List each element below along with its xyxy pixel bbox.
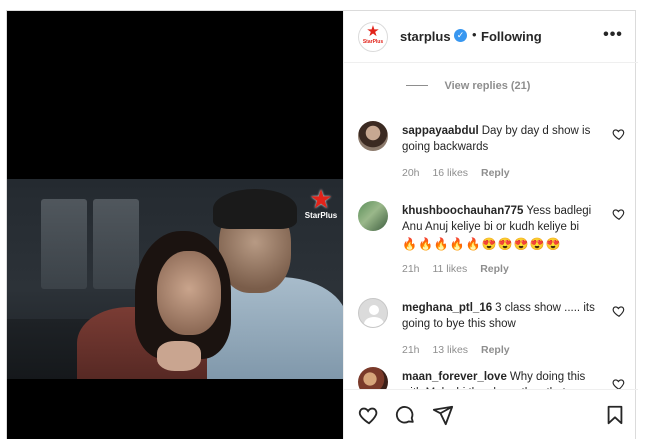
heart-icon[interactable] [612, 207, 626, 221]
comment-emoji: 🔥🔥🔥🔥🔥😍😍😍😍😍 [402, 237, 562, 251]
video-frame: ★ StarPlus [7, 179, 343, 379]
like-heart-icon[interactable] [358, 404, 380, 426]
hand-decor [157, 341, 201, 371]
post-actions-bar [344, 389, 638, 439]
comment-meta: 21h 11 likes Reply [402, 263, 519, 275]
author-username[interactable]: starplus [400, 29, 451, 44]
star-logo-icon: ★ [366, 23, 380, 40]
verified-badge-icon: ✓ [454, 29, 467, 42]
heart-icon[interactable] [612, 127, 626, 141]
comment-username[interactable]: khushboochauhan775 [402, 205, 523, 217]
reply-button[interactable]: Reply [480, 263, 509, 275]
window-decor [93, 199, 139, 289]
comment-text: meghana_ptl_16 3 class show ..... its goi… [402, 300, 600, 332]
comment-username[interactable]: sappayaabdul [402, 125, 479, 137]
avatar-text: StarPlus [362, 39, 384, 45]
avatar[interactable] [358, 201, 388, 231]
starplus-watermark: ★ StarPlus [301, 184, 341, 220]
more-options-icon[interactable]: ••• [602, 27, 624, 43]
comment-likes[interactable]: 11 likes [432, 263, 467, 275]
view-replies-link[interactable]: View replies (21) [406, 77, 531, 92]
default-avatar-body [364, 317, 384, 327]
comment-icon[interactable] [394, 404, 416, 426]
avatar[interactable] [358, 367, 388, 389]
post-header: ★ StarPlus starplus ✓ • Following ••• [344, 11, 638, 63]
comments-list: View replies (21) sappayaabdul Day by day… [344, 63, 638, 389]
comment-time[interactable]: 21h [402, 344, 420, 356]
reply-button[interactable]: Reply [481, 167, 510, 179]
bookmark-icon[interactable] [604, 404, 626, 426]
comment-likes[interactable]: 13 likes [432, 344, 468, 356]
replies-divider [406, 85, 428, 87]
view-replies-text: View replies (21) [444, 79, 531, 92]
comment-time[interactable]: 20h [402, 167, 420, 179]
watermark-text: StarPlus [304, 211, 338, 220]
avatar[interactable] [358, 298, 388, 328]
comment-meta: 21h 13 likes Reply [402, 344, 520, 356]
comment-username[interactable]: maan_forever_love [402, 371, 507, 383]
comment-text: maan_forever_loveWhy doing this with Mal… [402, 369, 600, 389]
comment-time[interactable]: 21h [402, 263, 420, 275]
post-modal: ★ StarPlus ★ StarPlus starplus ✓ • Follo… [6, 10, 638, 439]
window-decor [41, 199, 87, 289]
woman-face [157, 251, 221, 335]
author-avatar[interactable]: ★ StarPlus [358, 22, 388, 52]
reply-button[interactable]: Reply [481, 344, 510, 356]
following-button[interactable]: Following [481, 29, 542, 44]
share-icon[interactable] [432, 404, 454, 426]
comment-text: khushboochauhan775 Yess badlegi Anu Anuj … [402, 203, 600, 253]
heart-icon[interactable] [612, 377, 626, 389]
man-hair [213, 189, 297, 229]
post-media[interactable]: ★ StarPlus [7, 11, 343, 439]
avatar[interactable] [358, 121, 388, 151]
star-logo-icon: ★ [309, 184, 333, 214]
post-sidebar: ★ StarPlus starplus ✓ • Following ••• Vi… [343, 11, 638, 439]
heart-icon[interactable] [612, 304, 626, 318]
comment-username[interactable]: meghana_ptl_16 [402, 302, 492, 314]
default-avatar-head [369, 305, 379, 315]
comment-likes[interactable]: 16 likes [432, 167, 468, 179]
comment-text: sappayaabdul Day by day d show is going b… [402, 123, 600, 155]
header-separator: • [472, 27, 477, 42]
comment-meta: 20h 16 likes Reply [402, 167, 520, 179]
